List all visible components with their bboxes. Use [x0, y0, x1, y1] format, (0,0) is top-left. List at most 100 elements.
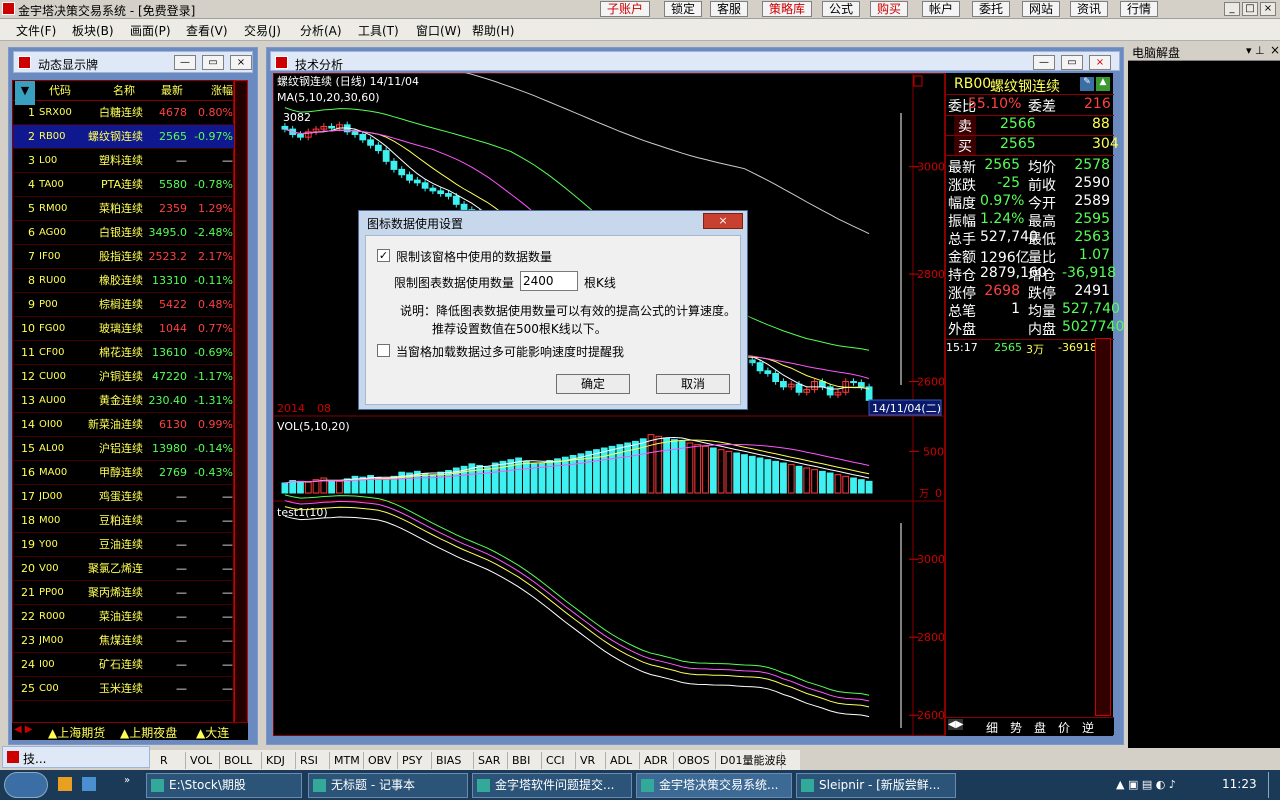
tabs-left-arrow-icon[interactable]: ◀ ▶	[14, 724, 33, 735]
dialog-close-button[interactable]: ×	[703, 213, 743, 229]
ta-close-button[interactable]: ×	[1089, 55, 1111, 70]
table-row[interactable]: 10 FG00 玻璃连续 1044 0.77%	[13, 317, 235, 341]
quicklaunch-explorer-icon[interactable]	[58, 777, 72, 791]
top-button-2[interactable]: 客服	[710, 1, 749, 17]
tray-icons[interactable]: ▲ ▣ ▤ ◐ ♪	[1116, 778, 1176, 791]
table-row[interactable]: 1 SRX00 白糖连续 4678 0.80%	[13, 101, 235, 125]
top-button-5[interactable]: 购买	[870, 1, 909, 17]
indicator-tab-0[interactable]: R	[156, 752, 186, 769]
indicator-tab-11[interactable]: CCI	[542, 752, 576, 769]
cancel-button[interactable]: 取消	[656, 374, 730, 394]
table-row[interactable]: 18 M00 豆粕连续 — —	[13, 509, 235, 533]
detail-up-icon[interactable]: ▲	[1096, 77, 1110, 91]
top-button-0[interactable]: 子账户	[600, 1, 651, 17]
top-button-9[interactable]: 资讯	[1070, 1, 1109, 17]
table-row[interactable]: 11 CF00 棉花连续 13610 -0.69%	[13, 341, 235, 365]
quote-tab-0[interactable]: ▲上海期货	[48, 724, 105, 741]
panel-minimize-button[interactable]: —	[174, 55, 196, 70]
table-row[interactable]: 8 RU00 橡胶连续 13310 -0.11%	[13, 269, 235, 293]
menu-item-1[interactable]: 板块(B)	[72, 22, 114, 39]
menu-item-3[interactable]: 查看(V)	[186, 22, 228, 39]
top-button-3[interactable]: 策略库	[762, 1, 813, 17]
indicator-tab-7[interactable]: PSY	[398, 752, 432, 769]
ok-button[interactable]: 确定	[556, 374, 630, 394]
indicator-tab-5[interactable]: MTM	[330, 752, 364, 769]
detail-tab-arrows-icon[interactable]: ◀▶	[948, 719, 964, 730]
top-button-4[interactable]: 公式	[822, 1, 861, 17]
table-row[interactable]: 6 AG00 白银连续 3495.0 -2.48%	[13, 221, 235, 245]
detail-tab-0[interactable]: 细	[986, 719, 998, 736]
taskbar-item-1[interactable]: 无标题 - 记事本	[308, 773, 468, 798]
close-button[interactable]: ×	[1260, 2, 1276, 16]
top-button-1[interactable]: 锁定	[664, 1, 703, 17]
top-button-8[interactable]: 网站	[1022, 1, 1061, 17]
menu-item-7[interactable]: 窗口(W)	[416, 22, 461, 39]
taskbar-item-4[interactable]: Sleipnir - [新版尝鲜...	[796, 773, 956, 798]
start-button[interactable]	[4, 772, 48, 798]
table-row[interactable]: 19 Y00 豆油连续 — —	[13, 533, 235, 557]
table-row[interactable]: 9 P00 棕榈连续 5422 0.48%	[13, 293, 235, 317]
menu-item-6[interactable]: 工具(T)	[358, 22, 399, 39]
indicator-tab-4[interactable]: RSI	[296, 752, 330, 769]
indicator-tab-2[interactable]: BOLL	[220, 752, 262, 769]
ta-minimize-button[interactable]: —	[1033, 55, 1055, 70]
indicator-tab-15[interactable]: OBOS	[674, 752, 716, 769]
table-row[interactable]: 12 CU00 沪铜连续 47220 -1.17%	[13, 365, 235, 389]
taskbar-item-2[interactable]: 金字塔软件问题提交...	[472, 773, 632, 798]
top-button-10[interactable]: 行情	[1120, 1, 1159, 17]
indicator-tab-9[interactable]: SAR	[474, 752, 508, 769]
jiepan-pin-icon[interactable]: ▾ ⊥	[1246, 44, 1265, 57]
menu-item-0[interactable]: 文件(F)	[16, 22, 56, 39]
top-button-7[interactable]: 委托	[972, 1, 1011, 17]
indicator-tab-10[interactable]: BBI	[508, 752, 542, 769]
panel-restore-button[interactable]: ▭	[202, 55, 224, 70]
menu-item-8[interactable]: 帮助(H)	[472, 22, 514, 39]
quote-scrollbar[interactable]	[234, 80, 248, 738]
table-row[interactable]: 14 OI00 新菜油连续 6130 0.99%	[13, 413, 235, 437]
show-desktop-button[interactable]	[1268, 772, 1278, 798]
quote-tab-2[interactable]: ▲大连	[196, 724, 229, 741]
indicator-tab-3[interactable]: KDJ	[262, 752, 296, 769]
menu-item-2[interactable]: 画面(P)	[130, 22, 171, 39]
jiepan-close-icon[interactable]: ×	[1270, 43, 1280, 57]
minimized-window[interactable]: 技...	[2, 746, 150, 768]
limit-count-input[interactable]: 2400	[520, 271, 578, 291]
detail-tool-icon[interactable]: ✎	[1080, 77, 1094, 91]
taskbar-item-0[interactable]: E:\Stock\期股	[146, 773, 302, 798]
minimize-button[interactable]: _	[1224, 2, 1240, 16]
indicator-tab-12[interactable]: VR	[576, 752, 606, 769]
table-row[interactable]: 4 TA00 PTA连续 5580 -0.78%	[13, 173, 235, 197]
maximize-button[interactable]: □	[1242, 2, 1258, 16]
indicator-tab-16[interactable]: D01量能波段	[716, 752, 786, 769]
indicator-tab-6[interactable]: OBV	[364, 752, 398, 769]
indicator-tab-13[interactable]: ADL	[606, 752, 640, 769]
quicklaunch-app-icon[interactable]	[82, 777, 96, 791]
table-row[interactable]: 25 C00 玉米连续 — —	[13, 677, 235, 701]
quicklaunch-more-icon[interactable]: »	[124, 775, 130, 786]
menu-item-4[interactable]: 交易(J)	[244, 22, 281, 39]
detail-tab-4[interactable]: 逆	[1082, 719, 1094, 736]
table-row[interactable]: 5 RM00 菜粕连续 2359 1.29%	[13, 197, 235, 221]
table-row[interactable]: 21 PP00 聚丙烯连续 — —	[13, 581, 235, 605]
indicator-tab-8[interactable]: BIAS	[432, 752, 474, 769]
warn-checkbox[interactable]	[377, 344, 390, 357]
detail-tab-3[interactable]: 价	[1058, 719, 1070, 736]
taskbar-item-3[interactable]: 金宇塔决策交易系统...	[636, 773, 792, 798]
table-row[interactable]: 7 IF00 股指连续 2523.2 2.17%	[13, 245, 235, 269]
table-row[interactable]: 20 V00 聚氯乙烯连 — —	[13, 557, 235, 581]
table-row[interactable]: 22 R000 菜油连续 — —	[13, 605, 235, 629]
table-row[interactable]: 15 AL00 沪铝连续 13980 -0.14%	[13, 437, 235, 461]
panel-close-button[interactable]: ×	[230, 55, 252, 70]
indicator-tab-1[interactable]: VOL	[186, 752, 220, 769]
detail-tab-1[interactable]: 势	[1010, 719, 1022, 736]
detail-tab-2[interactable]: 盘	[1034, 719, 1046, 736]
quote-tab-1[interactable]: ▲上期夜盘	[120, 724, 177, 741]
table-row[interactable]: 23 JM00 焦煤连续 — —	[13, 629, 235, 653]
table-row[interactable]: 17 JD00 鸡蛋连续 — —	[13, 485, 235, 509]
table-row[interactable]: 3 L00 塑料连续 — —	[13, 149, 235, 173]
table-row[interactable]: 2 RB00 螺纹钢连续 2565 -0.97%	[13, 125, 235, 149]
top-button-6[interactable]: 帐户	[922, 1, 961, 17]
limit-data-checkbox[interactable]: ✓	[377, 249, 390, 262]
indicator-tab-14[interactable]: ADR	[640, 752, 674, 769]
menu-item-5[interactable]: 分析(A)	[300, 22, 342, 39]
